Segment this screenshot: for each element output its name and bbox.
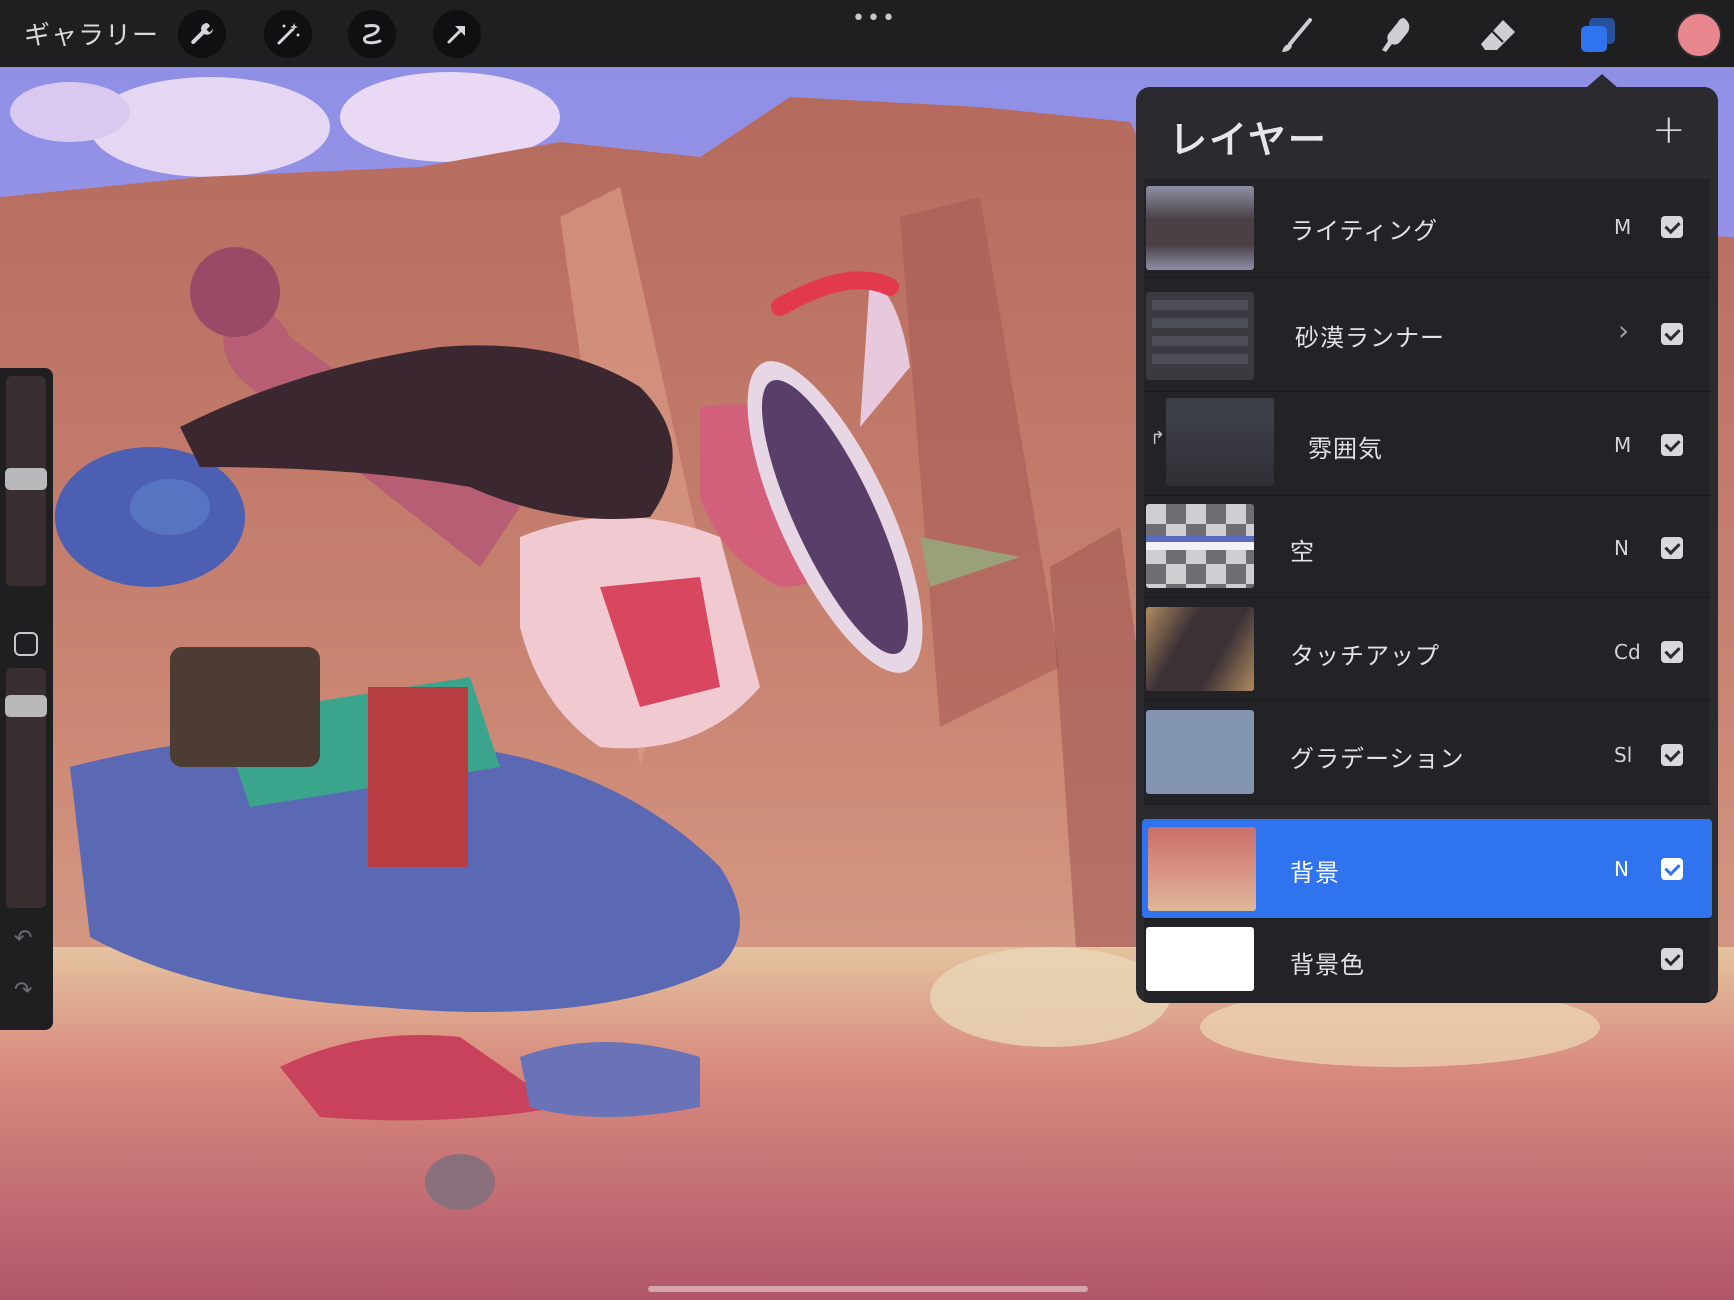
blend-mode[interactable]: M (1614, 433, 1631, 457)
layers-icon (1581, 18, 1615, 52)
selection-button[interactable] (348, 10, 396, 58)
layer-name: 雰囲気 (1308, 435, 1383, 463)
layer-row-selected[interactable]: 背景 N (1142, 819, 1712, 919)
group-thumbnail (1146, 292, 1254, 380)
layer-row[interactable]: ライティング M (1144, 179, 1710, 278)
visibility-checkbox[interactable] (1661, 744, 1683, 766)
visibility-checkbox[interactable] (1661, 948, 1683, 970)
eraser-icon (1481, 20, 1515, 50)
transform-button[interactable] (433, 10, 481, 58)
visibility-checkbox[interactable] (1661, 216, 1683, 238)
magic-wand-icon (277, 23, 300, 45)
wrench-icon (191, 23, 213, 44)
eraser-tool[interactable] (1475, 12, 1521, 58)
layer-thumbnail (1148, 827, 1256, 911)
layer-row[interactable]: グラデーション Sl (1144, 701, 1710, 805)
layer-thumbnail (1146, 607, 1254, 691)
background-color-thumbnail (1146, 927, 1254, 991)
chevron-right-icon[interactable]: › (1618, 314, 1629, 347)
visibility-checkbox[interactable] (1661, 858, 1683, 880)
panel-caret (1586, 74, 1618, 88)
layer-thumbnail (1146, 710, 1254, 794)
blend-mode[interactable]: Sl (1614, 743, 1632, 767)
smudge-icon (1382, 18, 1410, 52)
modify-button[interactable] (14, 632, 38, 656)
visibility-checkbox[interactable] (1661, 641, 1683, 663)
redo-button[interactable]: ↷ (14, 978, 32, 1003)
layers-panel: レイヤー + ライティング M 砂漠ランナー › ↱ 雰囲気 M 空 N タッチ… (1136, 87, 1718, 1003)
selection-icon (362, 24, 382, 45)
layer-thumbnail (1146, 186, 1254, 270)
undo-button[interactable]: ↶ (14, 926, 32, 951)
transform-icon (447, 26, 465, 44)
visibility-checkbox[interactable] (1661, 434, 1683, 456)
layers-panel-title: レイヤー (1169, 118, 1328, 162)
blend-mode[interactable]: N (1614, 857, 1629, 881)
layer-name: グラデーション (1290, 745, 1465, 773)
visibility-checkbox[interactable] (1661, 323, 1683, 345)
layer-thumbnail (1146, 504, 1254, 588)
layer-name: タッチアップ (1290, 642, 1440, 670)
layer-name: ライティング (1290, 217, 1439, 245)
opacity-thumb[interactable] (5, 695, 47, 717)
layer-name: 背景色 (1290, 951, 1365, 979)
visibility-checkbox[interactable] (1661, 537, 1683, 559)
color-picker-button[interactable] (1676, 12, 1722, 58)
brush-icon (1282, 18, 1312, 52)
clipping-mask-icon: ↱ (1150, 428, 1166, 449)
blend-mode[interactable]: Cd (1614, 640, 1641, 664)
brush-size-thumb[interactable] (5, 468, 47, 490)
actions-button[interactable] (178, 10, 226, 58)
layer-row[interactable]: タッチアップ Cd (1144, 598, 1710, 701)
layers-button[interactable] (1575, 12, 1621, 58)
blend-mode[interactable]: M (1614, 215, 1631, 239)
adjustments-button[interactable] (264, 10, 312, 58)
layer-row[interactable]: ↱ 雰囲気 M (1144, 392, 1710, 496)
home-indicator (648, 1286, 1088, 1292)
more-options-button[interactable]: ••• (852, 6, 897, 31)
paint-tool[interactable] (1274, 12, 1320, 58)
layer-group-row[interactable]: 砂漠ランナー › (1144, 278, 1710, 392)
gallery-button[interactable]: ギャラリー (24, 15, 159, 52)
layer-thumbnail (1166, 398, 1274, 486)
layer-name: 背景 (1290, 859, 1340, 887)
blend-mode[interactable]: N (1614, 536, 1629, 560)
layer-row[interactable]: 空 N (1144, 496, 1710, 598)
add-layer-button[interactable]: + (1652, 107, 1686, 153)
top-toolbar: ギャラリー ••• (0, 0, 1734, 67)
smudge-tool[interactable] (1374, 12, 1420, 58)
layer-name: 砂漠ランナー (1295, 324, 1445, 352)
layer-name: 空 (1290, 538, 1315, 566)
background-color-row[interactable]: 背景色 (1144, 919, 1710, 1003)
left-sidebar: ↶ ↷ (0, 368, 53, 1030)
